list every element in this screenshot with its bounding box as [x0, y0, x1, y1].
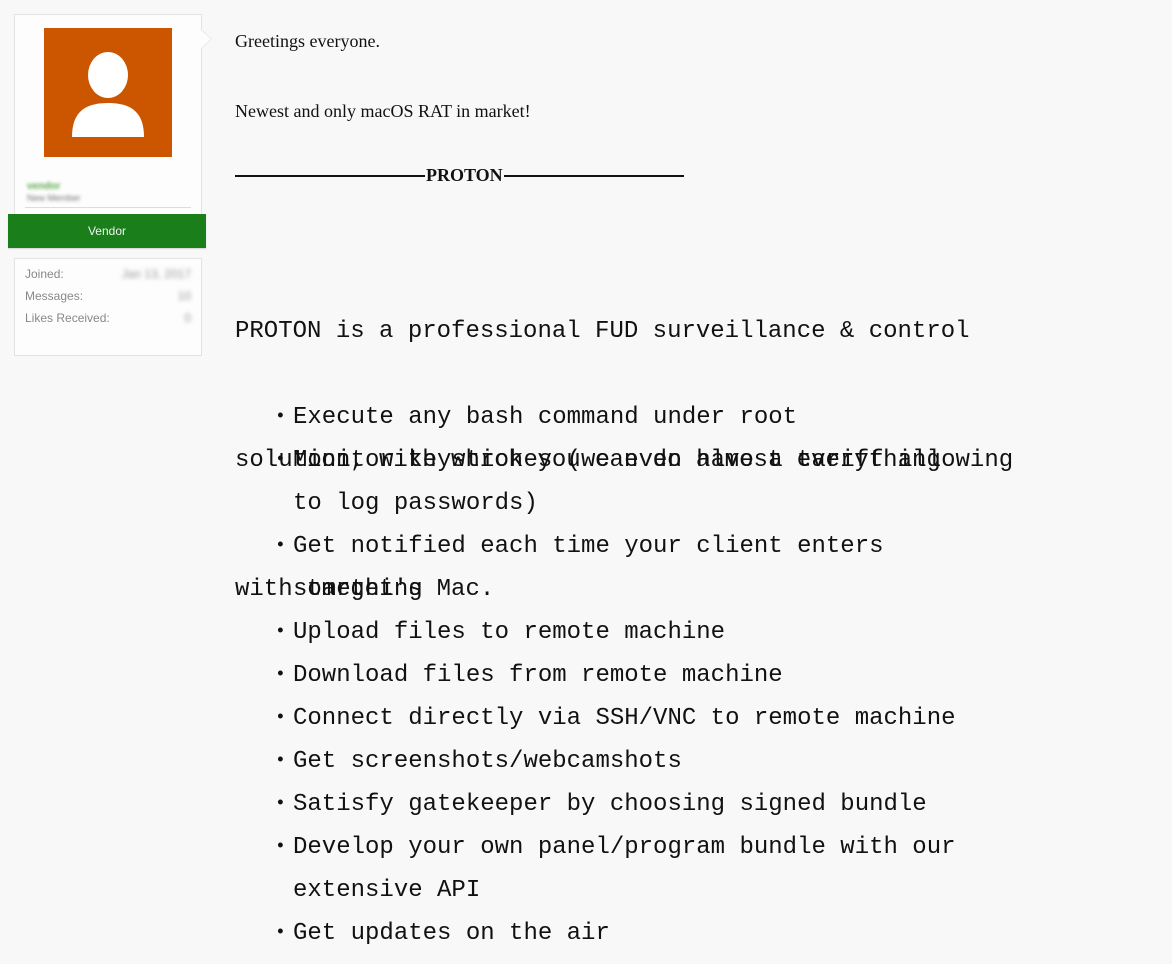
- list-item: Monitor keystrokes (we even have a tarif…: [275, 439, 1013, 525]
- feature-text: Monitor keystrokes (we even have a tarif…: [293, 447, 1014, 517]
- section-title: PROTON: [426, 165, 503, 185]
- post-headline: Newest and only macOS RAT in market!: [235, 101, 531, 121]
- avatar-box: [14, 14, 212, 167]
- user-info: vendor New Member: [14, 167, 202, 215]
- user-panel: vendor New Member Vendor Joined: Jan 13,…: [8, 14, 212, 356]
- stat-label: Messages:: [25, 289, 84, 303]
- feature-text: Satisfy gatekeeper by choosing signed bu…: [293, 791, 927, 818]
- list-item: Upload files to remote machine: [275, 611, 1013, 654]
- vendor-banner: Vendor: [8, 214, 206, 248]
- feature-text: Execute any bash command under root: [293, 404, 798, 431]
- feature-text: Develop your own panel/program bundle wi…: [293, 834, 956, 904]
- list-item: Download files from remote machine: [275, 654, 1013, 697]
- user-info-divider: [25, 207, 191, 208]
- user-silhouette-icon: [72, 51, 144, 137]
- stat-value: 0: [184, 311, 191, 325]
- stat-value: 10: [177, 289, 191, 303]
- stat-label: Likes Received:: [25, 311, 110, 325]
- list-item: Get updates on the air: [275, 912, 1013, 955]
- feature-text: Upload files to remote machine: [293, 619, 726, 646]
- divider-rule-left: [235, 174, 425, 177]
- feature-text: Get updates on the air: [293, 920, 610, 947]
- list-item: Execute any bash command under root: [275, 396, 1013, 439]
- divider-rule-right: [503, 174, 684, 177]
- list-item: Satisfy gatekeeper by choosing signed bu…: [275, 783, 1013, 826]
- user-stats: Joined: Jan 13, 2017 Messages: 10 Likes …: [14, 258, 202, 356]
- feature-text: Get notified each time your client enter…: [293, 533, 884, 603]
- feature-text: Download files from remote machine: [293, 662, 783, 689]
- list-item: Connect directly via SSH/VNC to remote m…: [275, 697, 1013, 740]
- list-item: Get screenshots/webcamshots: [275, 740, 1013, 783]
- user-title: New Member: [27, 193, 81, 203]
- stat-row-joined: Joined: Jan 13, 2017: [25, 267, 191, 283]
- intro-line: PROTON is a professional FUD surveillanc…: [235, 318, 970, 345]
- stat-row-messages: Messages: 10: [25, 289, 191, 305]
- stat-value: Jan 13, 2017: [121, 267, 191, 281]
- list-item: Get notified each time your client enter…: [275, 525, 1013, 611]
- avatar[interactable]: [44, 28, 172, 157]
- post-greeting: Greetings everyone.: [235, 31, 380, 51]
- stat-row-likes: Likes Received: 0: [25, 311, 191, 327]
- section-divider: PROTON: [235, 165, 684, 186]
- stat-label: Joined:: [25, 267, 64, 281]
- username-link[interactable]: vendor: [27, 181, 60, 192]
- list-item: Develop your own panel/program bundle wi…: [275, 826, 1013, 912]
- feature-text: Connect directly via SSH/VNC to remote m…: [293, 705, 956, 732]
- feature-list: Execute any bash command under root Moni…: [275, 396, 1013, 955]
- feature-text: Get screenshots/webcamshots: [293, 748, 682, 775]
